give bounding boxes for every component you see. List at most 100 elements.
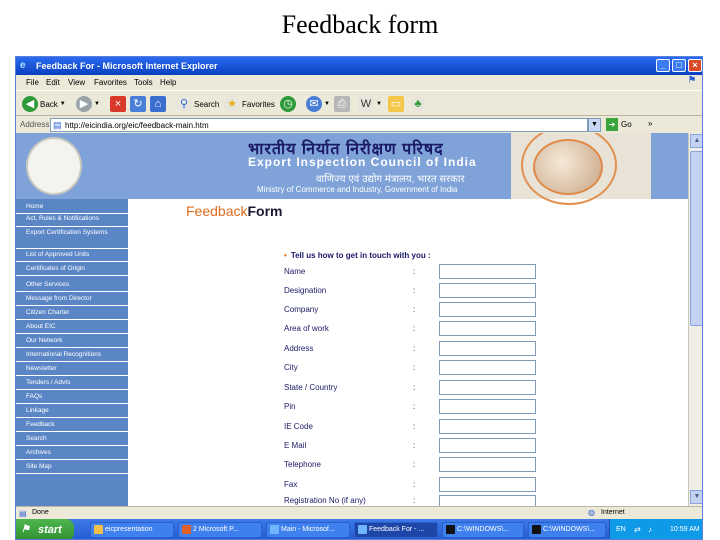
label-address: Address bbox=[284, 344, 314, 353]
status-bar: ▤ Done ◍ Internet bbox=[16, 506, 702, 519]
label-city: City bbox=[284, 363, 298, 372]
refresh-icon: ↻ bbox=[130, 96, 146, 112]
designation-input[interactable] bbox=[439, 283, 536, 298]
chevron-down-icon: ▼ bbox=[59, 101, 66, 107]
console-icon bbox=[532, 525, 541, 534]
task-powerpoint[interactable]: 2 Microsoft P... bbox=[178, 522, 262, 538]
nav-home[interactable]: Home bbox=[16, 203, 128, 214]
ie-code-input[interactable] bbox=[439, 419, 536, 434]
task-cmd-2[interactable]: C:\WINDOWS\... bbox=[528, 522, 606, 538]
label-company: Company bbox=[284, 305, 319, 314]
vertical-scrollbar[interactable]: ▲ ▼ bbox=[688, 133, 702, 506]
colon: : bbox=[413, 305, 416, 314]
back-button[interactable]: ◀ Back ▼ bbox=[22, 95, 66, 113]
nav-feedback[interactable]: Feedback bbox=[16, 421, 128, 432]
nav-citizen-charter[interactable]: Citizen Charter bbox=[16, 309, 128, 320]
close-button[interactable]: × bbox=[688, 59, 702, 72]
window-title-bar[interactable]: e Feedback For - Microsoft Internet Expl… bbox=[16, 57, 702, 75]
stop-button[interactable]: × bbox=[110, 95, 126, 113]
discuss-button[interactable]: ▭ bbox=[388, 95, 404, 113]
task-main-ie[interactable]: Main - Microsof... bbox=[266, 522, 350, 538]
section-heading: • Tell us how to get in touch with you : bbox=[284, 251, 431, 260]
registration-no-input[interactable] bbox=[439, 495, 536, 506]
task-label: 2 Microsoft P... bbox=[193, 526, 239, 533]
menu-view[interactable]: View bbox=[68, 78, 85, 87]
menu-edit[interactable]: Edit bbox=[46, 78, 60, 87]
area-of-work-input[interactable] bbox=[439, 321, 536, 336]
tray-speaker-icon[interactable]: ♪ bbox=[648, 525, 652, 534]
language-indicator[interactable]: EN bbox=[616, 526, 626, 533]
security-zone: Internet bbox=[601, 509, 625, 516]
page-done-icon: ▤ bbox=[19, 509, 27, 518]
menu-favorites[interactable]: Favorites bbox=[94, 78, 127, 87]
mail-icon: ✉ bbox=[306, 96, 322, 112]
telephone-input[interactable] bbox=[439, 457, 536, 472]
menu-help[interactable]: Help bbox=[160, 78, 176, 87]
address-field[interactable] bbox=[439, 341, 536, 356]
nav-archives[interactable]: Archives bbox=[16, 449, 128, 460]
home-button[interactable]: ⌂ bbox=[150, 95, 166, 113]
address-input[interactable]: ▤ http://eicindia.org/eic/feedback-main.… bbox=[50, 118, 588, 132]
menu-tools[interactable]: Tools bbox=[134, 78, 153, 87]
nav-approved-units[interactable]: List of Approved Units bbox=[16, 251, 128, 262]
search-icon: ⚲ bbox=[176, 96, 192, 112]
state-country-input[interactable] bbox=[439, 380, 536, 395]
scroll-down-icon[interactable]: ▼ bbox=[690, 490, 702, 504]
scroll-thumb[interactable] bbox=[690, 151, 702, 326]
nav-linkage[interactable]: Linkage bbox=[16, 407, 128, 418]
forward-button[interactable]: ▶ ▼ bbox=[76, 95, 100, 113]
edit-button[interactable]: W ▼ bbox=[358, 95, 382, 113]
scroll-up-icon[interactable]: ▲ bbox=[690, 134, 702, 148]
nav-newsletter[interactable]: Newsletter bbox=[16, 365, 128, 376]
history-button[interactable]: ◷ bbox=[280, 95, 296, 113]
maximize-button[interactable]: □ bbox=[672, 59, 686, 72]
print-button[interactable]: ⎙ bbox=[334, 95, 350, 113]
bullet-icon: • bbox=[284, 251, 287, 260]
task-eicpresentation[interactable]: eicpresentation bbox=[90, 522, 174, 538]
messenger-button[interactable]: ♣ bbox=[410, 95, 426, 113]
refresh-button[interactable]: ↻ bbox=[130, 95, 146, 113]
nav-message-director[interactable]: Message from Director bbox=[16, 295, 128, 306]
city-input[interactable] bbox=[439, 360, 536, 375]
nav-certificates-origin[interactable]: Certificates of Origin bbox=[16, 265, 128, 276]
favorites-button[interactable]: ★ Favorites bbox=[224, 95, 275, 113]
system-tray: EN ⇄ ♪ 10:59 AM bbox=[609, 519, 702, 539]
colon: : bbox=[413, 344, 416, 353]
nav-act-rules[interactable]: Act, Rules & Notifications bbox=[16, 215, 128, 227]
nav-export-certification[interactable]: Export Certification Systems bbox=[16, 229, 128, 249]
mail-button[interactable]: ✉ ▼ bbox=[306, 95, 330, 113]
name-input[interactable] bbox=[439, 264, 536, 279]
edit-icon: W bbox=[358, 96, 374, 112]
browser-screenshot: e Feedback For - Microsoft Internet Expl… bbox=[15, 56, 703, 540]
task-cmd-1[interactable]: C:\WINDOWS\... bbox=[442, 522, 524, 538]
minimize-button[interactable]: _ bbox=[656, 59, 670, 72]
nav-faqs[interactable]: FAQs bbox=[16, 393, 128, 404]
address-dropdown[interactable]: ▼ bbox=[588, 118, 601, 132]
nav-about-eic[interactable]: About EIC bbox=[16, 323, 128, 334]
go-arrow-icon[interactable]: ➔ bbox=[606, 118, 618, 131]
menu-file[interactable]: File bbox=[26, 78, 39, 87]
start-button[interactable]: ⚑ start bbox=[16, 519, 74, 539]
ie-icon bbox=[358, 525, 367, 534]
fax-input[interactable] bbox=[439, 477, 536, 492]
forward-arrow-icon: ▶ bbox=[76, 96, 92, 112]
tray-network-icon[interactable]: ⇄ bbox=[634, 525, 641, 534]
go-button[interactable]: Go bbox=[621, 120, 632, 129]
search-button[interactable]: ⚲ Search bbox=[176, 95, 219, 113]
company-input[interactable] bbox=[439, 302, 536, 317]
folder-icon: ▭ bbox=[388, 96, 404, 112]
nav-our-network[interactable]: Our Network bbox=[16, 337, 128, 348]
nav-search[interactable]: Search bbox=[16, 435, 128, 446]
task-feedback-ie[interactable]: Feedback For - ... bbox=[354, 522, 438, 538]
links-chevron[interactable]: » bbox=[648, 119, 652, 128]
email-input[interactable] bbox=[439, 438, 536, 453]
label-telephone: Telephone bbox=[284, 460, 321, 469]
colon: : bbox=[413, 286, 416, 295]
nav-other-services[interactable]: Other Services bbox=[16, 281, 128, 292]
clock: 10:59 AM bbox=[670, 526, 700, 533]
nav-site-map[interactable]: Site Map bbox=[16, 463, 128, 474]
pin-input[interactable] bbox=[439, 399, 536, 414]
left-navigation: Home Act, Rules & Notifications Export C… bbox=[16, 199, 128, 506]
nav-tenders[interactable]: Tenders / Advts bbox=[16, 379, 128, 390]
nav-international-recognitions[interactable]: International Recognitions bbox=[16, 351, 128, 362]
